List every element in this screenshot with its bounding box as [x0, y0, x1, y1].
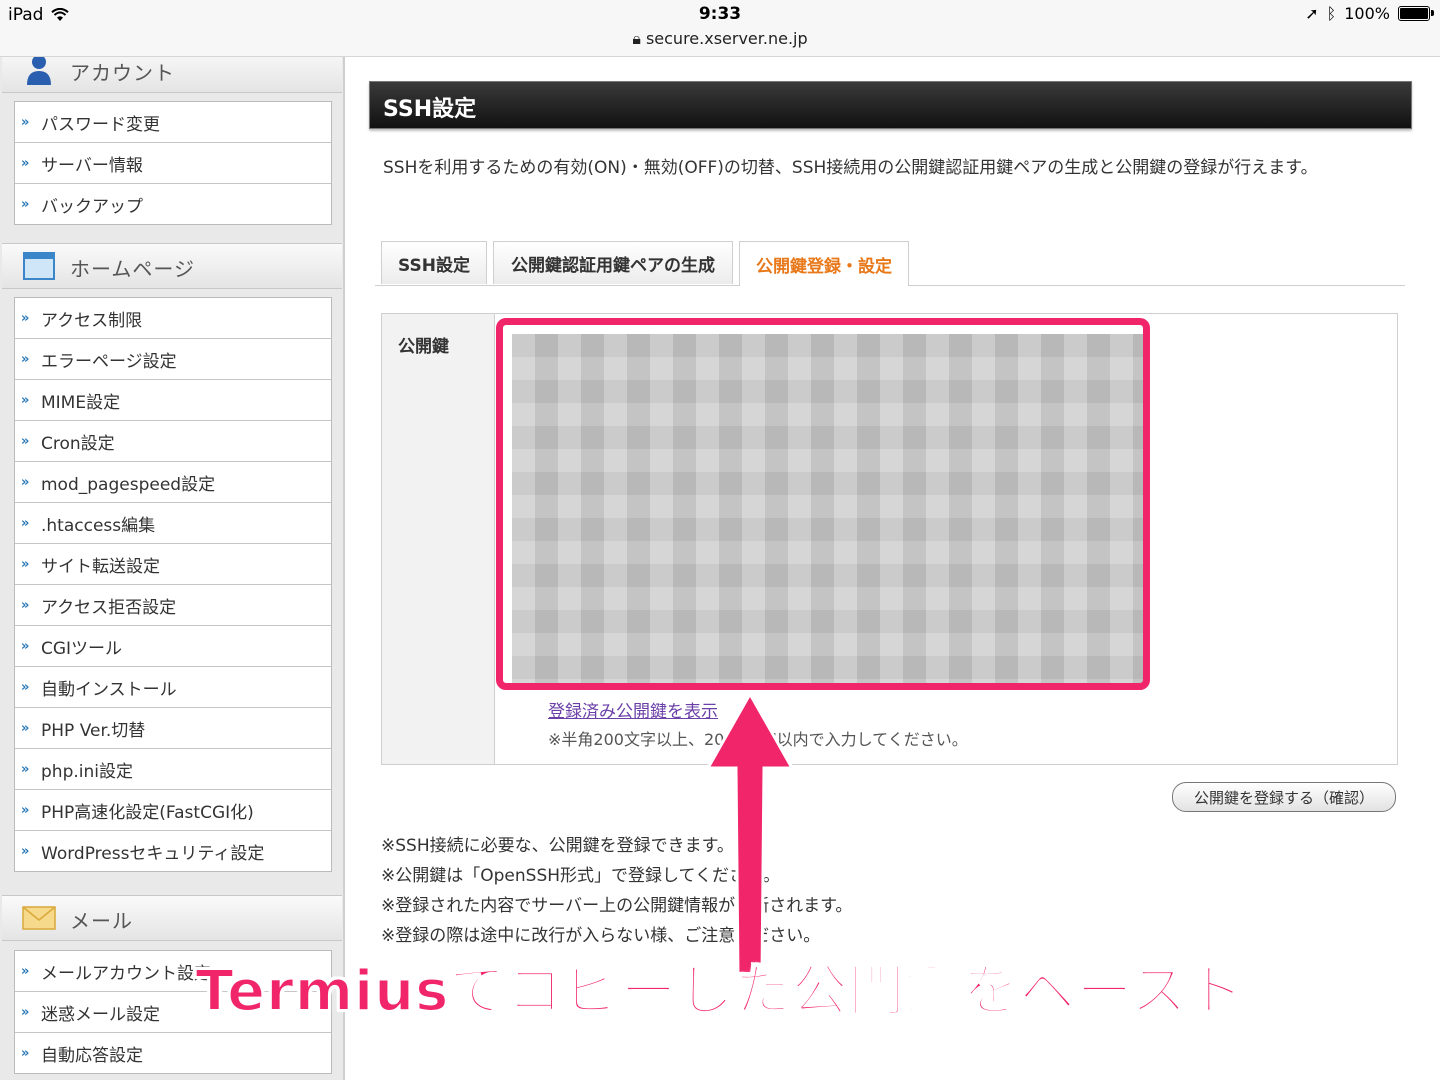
url-bar[interactable]: 🔒︎ secure.xserver.ne.jp — [0, 29, 1440, 49]
sidebar-section-account: アカウント — [2, 57, 342, 93]
url-text: secure.xserver.ne.jp — [645, 29, 808, 48]
sidebar-menu-item[interactable]: » アクセス拒否設定 — [15, 585, 331, 626]
chevron-right-icon: » — [21, 802, 30, 818]
form-label-cell: 公開鍵 — [382, 314, 495, 764]
annotation-caption: Termiusでコピーした公開鍵をペースト — [194, 958, 1245, 1025]
sidebar-menu-item-label: WordPressセキュリティ設定 — [41, 843, 265, 864]
show-registered-key-link[interactable]: 登録済み公開鍵を表示 — [548, 697, 718, 722]
tab-keypair-generation[interactable]: 公開鍵認証用鍵ペアの生成 — [493, 241, 733, 284]
annotation-arrow-icon — [705, 690, 795, 978]
status-bar: iPad 9:33 🔒︎ secure.xserver.ne.jp ➚ ᛒ 10… — [0, 0, 1440, 57]
public-key-label: 公開鍵 — [398, 337, 449, 357]
chevron-right-icon: » — [21, 310, 30, 326]
sidebar-menu-item-label: バックアップ — [41, 196, 143, 217]
sidebar-menu-item[interactable]: » php.ini設定 — [15, 749, 331, 790]
chevron-right-icon: » — [21, 720, 30, 736]
sidebar-section-title: メール — [70, 909, 133, 933]
chevron-right-icon: » — [21, 114, 30, 130]
sidebar-section-mail: メール — [2, 895, 342, 941]
bluetooth-icon: ᛒ — [1326, 4, 1337, 23]
sidebar-menu-item-label: サーバー情報 — [41, 155, 143, 176]
sidebar-section-title: ホームページ — [70, 257, 195, 281]
homepage-menu: » アクセス制限 » エラーページ設定 » MIME設定 » Cron設定 » mod_pages… — [14, 297, 332, 872]
sidebar-menu-item-label: php.ini設定 — [41, 761, 133, 782]
envelope-icon — [22, 906, 56, 930]
sidebar-menu-item[interactable]: » サイト転送設定 — [15, 544, 331, 585]
sidebar-menu-item[interactable]: » WordPressセキュリティ設定 — [15, 831, 331, 871]
chevron-right-icon: » — [21, 679, 30, 695]
chevron-right-icon: » — [21, 761, 30, 777]
chevron-right-icon: » — [21, 196, 30, 212]
sidebar-menu-item-label: CGIツール — [41, 638, 123, 659]
chevron-right-icon: » — [21, 597, 30, 613]
sidebar-menu-item[interactable]: » .htaccess編集 — [15, 503, 331, 544]
sidebar-menu-item-label: サイト転送設定 — [41, 556, 160, 577]
chevron-right-icon: » — [21, 515, 30, 531]
sidebar-menu-item-label: PHP高速化設定(FastCGI化) — [41, 802, 254, 823]
battery-percent: 100% — [1344, 4, 1390, 23]
battery-icon — [1398, 6, 1434, 21]
sidebar-menu-item-label: 自動インストール — [41, 679, 177, 700]
sidebar-menu-item[interactable]: » MIME設定 — [15, 380, 331, 421]
page-title: SSH設定 — [383, 97, 477, 122]
chevron-right-icon: » — [21, 392, 30, 408]
sidebar-menu-item[interactable]: » エラーページ設定 — [15, 339, 331, 380]
sidebar-menu-item[interactable]: » PHP高速化設定(FastCGI化) — [15, 790, 331, 831]
chevron-right-icon: » — [21, 1045, 30, 1061]
sidebar-menu-item[interactable]: » 自動インストール — [15, 667, 331, 708]
chevron-right-icon: » — [21, 474, 30, 490]
sidebar-menu-item[interactable]: » Cron設定 — [15, 421, 331, 462]
sidebar-menu-item[interactable]: » サーバー情報 — [15, 143, 331, 184]
lock-icon: 🔒︎ — [632, 29, 641, 48]
sidebar-menu-item[interactable]: » CGIツール — [15, 626, 331, 667]
user-icon — [27, 57, 51, 85]
account-menu: » パスワード変更 » サーバー情報 » バックアップ — [14, 101, 332, 225]
battery-fill — [1400, 8, 1428, 19]
chevron-right-icon: » — [21, 433, 30, 449]
sidebar-menu-item-label: パスワード変更 — [41, 114, 160, 135]
location-icon: ➚ — [1305, 4, 1319, 23]
sidebar-menu-item-label: Cron設定 — [41, 433, 115, 454]
sidebar-section-title: アカウント — [70, 61, 175, 85]
sidebar-menu-item-label: PHP Ver.切替 — [41, 720, 146, 741]
tab-ssh-settings[interactable]: SSH設定 — [381, 241, 487, 284]
sidebar-menu-item-label: .htaccess編集 — [41, 515, 156, 536]
chevron-right-icon: » — [21, 843, 30, 859]
sidebar-menu-item[interactable]: » mod_pagespeed設定 — [15, 462, 331, 503]
tab-public-key-registration[interactable]: 公開鍵登録・設定 — [739, 241, 909, 286]
chevron-right-icon: » — [21, 556, 30, 572]
chevron-right-icon: » — [21, 155, 30, 171]
chevron-right-icon: » — [21, 351, 30, 367]
page-title-bar: SSH設定 — [369, 81, 1412, 129]
sidebar-menu-item-label: エラーページ設定 — [41, 351, 177, 372]
clock: 9:33 — [698, 4, 742, 24]
sidebar-menu-item-label: MIME設定 — [41, 392, 121, 413]
sidebar: アカウント » パスワード変更 » サーバー情報 » バックアップ ホームページ » アクセ… — [0, 57, 345, 1080]
chevron-right-icon: » — [21, 638, 30, 654]
sidebar-menu-item[interactable]: » PHP Ver.切替 — [15, 708, 331, 749]
sidebar-menu-item-label: mod_pagespeed設定 — [41, 474, 216, 495]
sidebar-section-homepage: ホームページ — [2, 243, 342, 289]
sidebar-menu-item-label: アクセス拒否設定 — [41, 597, 177, 618]
sidebar-menu-item-label: アクセス制限 — [41, 310, 143, 331]
page-description: SSHを利用するための有効(ON)・無効(OFF)の切替、SSH接続用の公開鍵認… — [383, 158, 1318, 178]
tab-bar: SSH設定 公開鍵認証用鍵ペアの生成 公開鍵登録・設定 — [375, 241, 1405, 286]
sidebar-menu-item-label: 自動応答設定 — [41, 1045, 143, 1066]
browser-window-icon — [23, 252, 55, 280]
sidebar-menu-item[interactable]: » パスワード変更 — [15, 102, 331, 143]
sidebar-menu-item[interactable]: » バックアップ — [15, 184, 331, 224]
sidebar-menu-item[interactable]: » 自動応答設定 — [15, 1033, 331, 1073]
sidebar-menu-item[interactable]: » アクセス制限 — [15, 298, 331, 339]
register-confirm-button[interactable]: 公開鍵を登録する（確認） — [1172, 782, 1396, 812]
annotation-highlight-box — [496, 318, 1150, 690]
